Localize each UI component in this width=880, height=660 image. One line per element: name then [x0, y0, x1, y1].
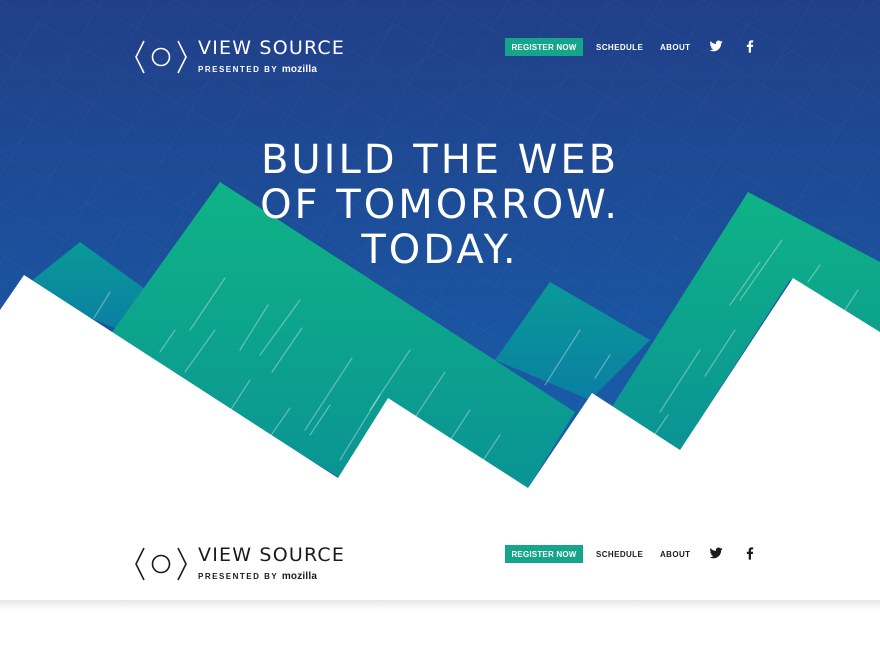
- nav-schedule-link-sticky[interactable]: SCHEDULE: [596, 545, 643, 563]
- nav-schedule-link[interactable]: SCHEDULE: [596, 38, 643, 56]
- nav-about-link-sticky[interactable]: ABOUT: [660, 545, 690, 563]
- view-source-mark-icon: [135, 547, 187, 581]
- headline-line-2: OF TOMORROW.: [260, 182, 620, 228]
- headline-line-1: BUILD THE WEB: [260, 137, 620, 183]
- logo-title: VIEW SOURCE: [198, 37, 346, 59]
- view-source-logo[interactable]: VIEW SOURCE PRESENTED BY mozilla: [134, 37, 364, 78]
- headline-line-3: TODAY.: [361, 227, 519, 273]
- twitter-icon[interactable]: [708, 545, 724, 561]
- facebook-icon[interactable]: [742, 38, 758, 54]
- register-now-button[interactable]: REGISTER NOW: [505, 38, 583, 56]
- twitter-icon[interactable]: [708, 38, 724, 54]
- facebook-icon[interactable]: [742, 545, 758, 561]
- top-navigation: VIEW SOURCE PRESENTED BY mozilla REGISTE…: [0, 20, 880, 80]
- register-now-button-sticky[interactable]: REGISTER NOW: [505, 545, 583, 563]
- logo-subtitle: PRESENTED BY mozilla: [198, 571, 317, 582]
- nav-about-link[interactable]: ABOUT: [660, 38, 690, 56]
- logo-brand: mozilla: [281, 64, 318, 75]
- view-source-logo-sticky[interactable]: VIEW SOURCE PRESENTED BY mozilla: [134, 544, 364, 585]
- logo-presented-by: PRESENTED BY: [198, 65, 279, 74]
- hero-section: BUILD THE WEB OF TOMORROW. TODAY. VIEW S…: [0, 0, 880, 500]
- sticky-nav-shadow: [0, 600, 880, 610]
- logo-presented-by: PRESENTED BY: [198, 572, 279, 581]
- logo-title: VIEW SOURCE: [198, 544, 346, 566]
- logo-brand: mozilla: [281, 571, 318, 582]
- view-source-mark-icon: [135, 40, 187, 74]
- sticky-navigation: VIEW SOURCE PRESENTED BY mozilla REGISTE…: [0, 527, 880, 587]
- logo-subtitle: PRESENTED BY mozilla: [198, 64, 317, 75]
- hero-headline: BUILD THE WEB OF TOMORROW. TODAY.: [0, 138, 880, 273]
